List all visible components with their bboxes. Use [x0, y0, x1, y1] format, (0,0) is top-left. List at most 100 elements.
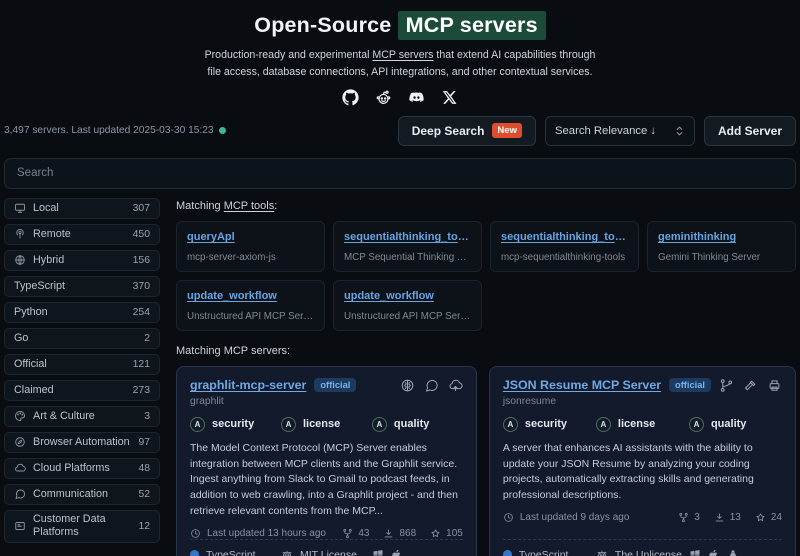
sidebar-item-count: 52 — [138, 488, 150, 500]
servers-grid: graphlit-mcp-server official graphlit As… — [176, 365, 796, 556]
server-footer: TypeScript The Unlicense — [502, 538, 782, 556]
sidebar-item-browser-automation[interactable]: Browser Automation 97 — [4, 431, 160, 453]
mcp-servers-link[interactable]: MCP servers — [372, 49, 433, 61]
mcp-tools-link[interactable]: MCP tools — [224, 200, 275, 212]
sidebar-item-count: 48 — [138, 462, 150, 474]
sidebar-item-customer-data-platforms[interactable]: Customer Data Platforms 12 — [4, 509, 160, 543]
tool-card[interactable]: sequentialthinking_tools mcp-sequentialt… — [490, 220, 639, 272]
server-count-status: 3,497 servers. Last updated 2025-03-30 1… — [4, 125, 214, 137]
sidebar-item-communication[interactable]: Communication 52 — [4, 483, 160, 505]
clock-icon — [504, 513, 513, 522]
sidebar-item-claimed[interactable]: Claimed 273 — [4, 379, 160, 401]
tool-name-link[interactable]: update_workflow — [187, 290, 277, 302]
forks-count: 3 — [694, 511, 700, 523]
linux-icon — [729, 549, 737, 556]
sidebar-item-local[interactable]: Local 307 — [4, 197, 160, 219]
hammer-icon[interactable] — [743, 378, 758, 393]
filter-sidebar: Local 307 Remote 450 Hybrid 156 TypeScri… — [4, 197, 160, 556]
git-fork-icon — [679, 512, 688, 523]
server-card-header: JSON Resume MCP Server official — [503, 378, 782, 393]
sidebar-item-go[interactable]: Go 2 — [4, 327, 160, 349]
reddit-icon[interactable] — [375, 89, 392, 106]
search-input[interactable] — [4, 157, 796, 189]
github-icon[interactable] — [342, 89, 359, 106]
server-owner: graphlit — [190, 395, 224, 407]
sort-select-value: Search Relevance ↓ — [554, 124, 657, 137]
tool-name-link[interactable]: update_workflow — [344, 290, 434, 302]
rating-label: quality — [393, 418, 430, 431]
add-server-button[interactable]: Add Server — [703, 115, 796, 146]
cloud-icon — [15, 464, 26, 472]
forks-count: 43 — [358, 527, 370, 539]
sidebar-item-count: 156 — [132, 254, 150, 266]
id-card-icon — [15, 522, 25, 531]
language-label: TypeScript — [518, 548, 569, 556]
stars-stat: 105 — [430, 528, 463, 539]
server-card-jsonresume[interactable]: JSON Resume MCP Server official jsonresu… — [488, 365, 796, 556]
sidebar-item-count: 97 — [138, 436, 150, 448]
server-card-graphlit[interactable]: graphlit-mcp-server official graphlit As… — [176, 365, 477, 556]
subtitle-text: Production-ready and experimental — [204, 49, 373, 61]
chat-bubble-icon — [15, 489, 25, 500]
forks-stat: 43 — [342, 528, 369, 539]
server-action-icons — [719, 378, 782, 393]
license-label: MIT License — [299, 548, 357, 556]
status-text: 3,497 servers. Last updated 2025-03-30 1… — [4, 125, 226, 136]
tool-name-link[interactable]: queryApl — [187, 231, 235, 243]
tool-card[interactable]: update_workflow Unstructured API MCP Ser… — [176, 279, 325, 331]
rating-label: security — [524, 418, 568, 431]
matching-servers-heading: Matching MCP servers: — [176, 344, 291, 357]
cloud-upload-icon[interactable] — [448, 378, 463, 393]
platforms-cell — [689, 549, 782, 556]
tool-card[interactable]: queryApl mcp-server-axiom-js — [176, 220, 325, 272]
tool-card[interactable]: sequentialthinking_tools MCP Sequential … — [333, 220, 482, 272]
deep-search-button[interactable]: Deep Search New — [397, 115, 536, 146]
git-branch-icon[interactable] — [719, 378, 734, 393]
sidebar-item-cloud-platforms[interactable]: Cloud Platforms 48 — [4, 457, 160, 479]
tool-card[interactable]: update_workflow Unstructured API MCP Ser… — [333, 279, 482, 331]
tool-name-link[interactable]: sequentialthinking_tools — [501, 231, 628, 243]
sidebar-item-typescript[interactable]: TypeScript 370 — [4, 275, 160, 297]
license-cell: The Unlicense — [596, 549, 689, 556]
sidebar-item-label: Go — [14, 331, 29, 344]
downloads-count: 868 — [399, 527, 417, 539]
platforms-cell — [372, 549, 463, 556]
x-icon[interactable] — [441, 89, 458, 106]
discord-icon[interactable] — [408, 89, 425, 106]
sort-select[interactable]: Search Relevance ↓ — [544, 115, 695, 146]
tool-name-link[interactable]: geminithinking — [658, 231, 736, 243]
tool-source: mcp-server-axiom-js — [187, 251, 276, 263]
tool-card[interactable]: geminithinking Gemini Thinking Server — [647, 220, 796, 272]
chat-bubble-icon[interactable] — [424, 378, 439, 393]
sidebar-item-python[interactable]: Python 254 — [4, 301, 160, 323]
page-subtitle: Production-ready and experimental MCP se… — [4, 47, 796, 81]
server-description: A server that enhances AI assistants wit… — [502, 441, 754, 502]
server-action-icons — [400, 378, 463, 393]
sidebar-item-art-culture[interactable]: Art & Culture 3 — [4, 405, 160, 427]
server-stats: 43 868 105 — [342, 528, 463, 539]
license-label: The Unlicense — [614, 548, 683, 556]
sidebar-item-label: Python — [14, 305, 48, 318]
tool-name-link[interactable]: sequentialthinking_tools — [344, 231, 471, 243]
sidebar-item-remote[interactable]: Remote 450 — [4, 223, 160, 245]
sidebar-item-label: Customer Data Platforms — [33, 512, 106, 539]
globe-icon — [15, 255, 25, 266]
toolbar: 3,497 servers. Last updated 2025-03-30 1… — [4, 115, 796, 146]
grade-circle: A — [371, 416, 387, 432]
forks-stat: 3 — [678, 512, 700, 523]
sidebar-item-count: 3 — [144, 410, 150, 422]
server-meta: Last updated 13 hours ago 43 868 105 — [190, 528, 463, 539]
brain-icon[interactable] — [400, 378, 415, 393]
server-footer: TypeScript MIT License — [190, 538, 463, 556]
results-content: Matching MCP tools: queryApl mcp-server-… — [176, 198, 796, 556]
server-title-link[interactable]: graphlit-mcp-server — [190, 378, 306, 392]
sidebar-item-official[interactable]: Official 121 — [4, 353, 160, 375]
language-label: TypeScript — [206, 548, 256, 556]
monitor-icon — [15, 204, 25, 214]
server-title-link[interactable]: JSON Resume MCP Server — [503, 378, 661, 392]
sidebar-item-label: Local — [33, 201, 59, 214]
sidebar-item-label: Cloud Platforms — [33, 461, 110, 474]
printer-icon[interactable] — [767, 378, 782, 393]
language-dot — [502, 550, 512, 556]
sidebar-item-hybrid[interactable]: Hybrid 156 — [4, 249, 160, 271]
